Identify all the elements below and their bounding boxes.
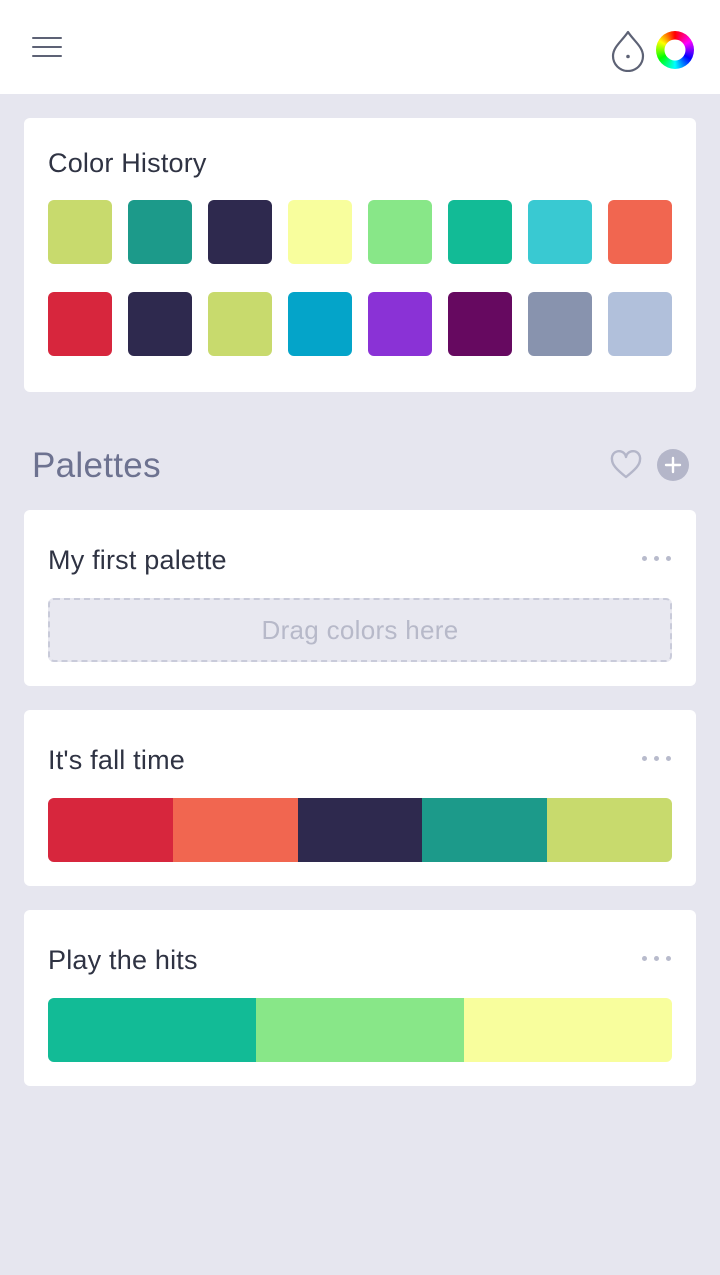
- color-history-swatch[interactable]: [208, 292, 272, 356]
- color-history-swatch[interactable]: [288, 200, 352, 264]
- palette-name: Play the hits: [48, 945, 198, 975]
- top-bar: [0, 0, 720, 94]
- plus-icon: [664, 456, 682, 474]
- palette-color-strip: [48, 998, 672, 1062]
- color-history-title: Color History: [48, 148, 207, 178]
- palette-card-my-first-palette[interactable]: My first palette Drag colors here: [24, 510, 696, 686]
- color-history-swatch[interactable]: [208, 200, 272, 264]
- color-history-swatch[interactable]: [608, 292, 672, 356]
- more-options-icon[interactable]: [638, 948, 676, 968]
- color-history-swatch[interactable]: [48, 200, 112, 264]
- color-history-swatch[interactable]: [448, 292, 512, 356]
- palette-name: My first palette: [48, 545, 227, 575]
- palette-name: It's fall time: [48, 745, 185, 775]
- palette-color-segment[interactable]: [48, 998, 256, 1062]
- color-history-swatch[interactable]: [528, 200, 592, 264]
- color-history-swatch[interactable]: [128, 292, 192, 356]
- add-palette-button[interactable]: [657, 449, 689, 481]
- hamburger-menu-icon[interactable]: [30, 34, 64, 60]
- palette-color-segment[interactable]: [297, 798, 423, 862]
- color-history-swatch[interactable]: [528, 292, 592, 356]
- palette-color-segment[interactable]: [547, 798, 672, 862]
- palette-color-segment[interactable]: [256, 998, 464, 1062]
- color-drop-icon[interactable]: [608, 28, 648, 73]
- palette-color-segment[interactable]: [48, 798, 173, 862]
- color-history-swatch[interactable]: [48, 292, 112, 356]
- color-history-swatch[interactable]: [448, 200, 512, 264]
- color-history-swatch[interactable]: [288, 292, 352, 356]
- palette-color-strip: [48, 798, 672, 862]
- palette-card-play-the-hits[interactable]: Play the hits: [24, 910, 696, 1086]
- palette-color-segment[interactable]: [172, 798, 298, 862]
- palette-card-its-fall-time[interactable]: It's fall time: [24, 710, 696, 886]
- palettes-title: Palettes: [32, 446, 161, 485]
- color-wheel-icon[interactable]: [654, 29, 696, 71]
- drag-colors-dropzone[interactable]: Drag colors here: [48, 598, 672, 662]
- color-history-swatch[interactable]: [368, 200, 432, 264]
- color-history-grid: [48, 200, 672, 356]
- more-options-icon[interactable]: [638, 748, 676, 768]
- color-history-swatch[interactable]: [608, 200, 672, 264]
- color-history-swatch[interactable]: [128, 200, 192, 264]
- heart-icon[interactable]: [610, 449, 642, 480]
- color-history-swatch[interactable]: [368, 292, 432, 356]
- palette-color-segment[interactable]: [464, 998, 672, 1062]
- more-options-icon[interactable]: [638, 548, 676, 568]
- palette-color-segment[interactable]: [422, 798, 548, 862]
- color-history-card: Color History: [24, 118, 696, 392]
